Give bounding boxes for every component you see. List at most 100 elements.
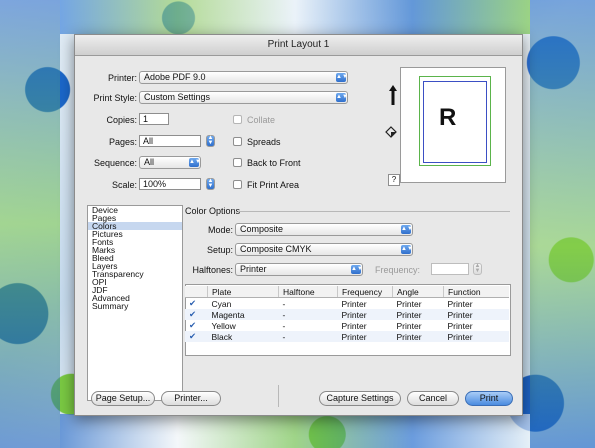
help-button[interactable]: ? [388,174,400,186]
sidebar-item-summary[interactable]: Summary [88,302,182,311]
collate-label: Collate [247,115,276,125]
spreads-checkbox[interactable] [233,137,242,146]
printer-label: Printer: [107,73,137,83]
copies-field[interactable]: 1 [139,113,169,125]
scale-field[interactable]: 100% [139,178,201,190]
scale-label: Scale: [111,180,137,190]
cancel-button[interactable]: Cancel [407,391,459,406]
mode-label: Mode: [207,225,233,235]
function-cell: Printer [447,320,473,331]
print-button[interactable]: Print [465,391,513,406]
page-setup-button[interactable]: Page Setup... [91,391,155,406]
function-cell: Printer [443,331,509,342]
print-style-select[interactable]: Custom Settings ▲▼ [139,91,348,104]
collate-checkbox[interactable] [233,115,242,124]
table-row[interactable]: ✔ Cyan - Printer Printer Printer [185,298,509,310]
check-column-header [185,286,208,298]
angle-cell: Printer [396,320,422,331]
table-row[interactable]: ✔ Magenta - Printer Printer Printer [185,309,509,320]
check-icon[interactable]: ✔ [185,320,208,331]
angle-cell: Printer [392,309,444,320]
window-title: Print Layout 1 [75,35,522,56]
printer-select[interactable]: Adobe PDF 9.0 ▲▼ [139,71,348,84]
table-row[interactable]: ✔ Black - Printer Printer Printer [185,331,509,342]
frequency-label: Frequency: [375,265,421,275]
printer-value: Adobe PDF 9.0 [144,72,206,82]
back-to-front-label: Back to Front [247,158,301,168]
frequency-stepper[interactable]: ▲ ▼ [473,263,482,275]
plate-cell: Yellow [211,320,236,331]
frequency-field[interactable] [431,263,469,275]
chevron-updown-icon: ▲▼ [401,225,413,234]
pages-dropdown-arrows[interactable]: ▲ ▼ [206,135,215,147]
halftones-value: Printer [240,264,267,274]
plate-cell: Magenta [207,309,279,320]
setup-label: Setup: [206,245,233,255]
check-icon[interactable]: ✔ [185,298,208,310]
paint-splatter [530,0,595,448]
halftone-cell: - [278,331,338,342]
paint-splatter [60,414,530,448]
sequence-label: Sequence: [93,158,137,168]
settings-category-list[interactable]: Device Pages Colors Pictures Fonts Marks Bleed… [87,205,183,401]
halftone-cell: - [278,309,338,320]
function-cell: Printer [443,309,509,320]
printer-button[interactable]: Printer... [161,391,221,406]
orientation-arrow-icon[interactable] [389,85,397,105]
fit-print-area-checkbox[interactable] [233,180,242,189]
column-header[interactable]: Angle [392,286,444,298]
sequence-select[interactable]: All ▲▼ [139,156,201,169]
copies-label: Copies: [106,115,137,125]
plate-cell: Cyan [211,298,232,309]
plate-cell: Black [207,331,279,342]
mode-value: Composite [240,224,284,234]
column-header[interactable]: Frequency [337,286,393,298]
sequence-value: All [144,157,155,167]
plates-table: Plate Halftone Frequency Angle Function … [185,286,509,342]
scale-dropdown-arrows[interactable]: ▲ ▼ [206,178,215,190]
frequency-cell: Printer [341,298,367,309]
print-style-label: Print Style: [93,93,137,103]
page-preview: R [400,67,506,183]
chevron-updown-icon: ▲▼ [401,245,413,254]
column-header[interactable]: Function [443,286,509,298]
chevron-updown-icon: ▲▼ [189,158,201,167]
angle-cell: Printer [392,331,444,342]
frequency-cell: Printer [341,320,367,331]
paper-feed-icon[interactable] [385,126,397,138]
column-header[interactable]: Plate [207,286,279,298]
setup-select[interactable]: Composite CMYK ▲▼ [235,243,413,256]
halftone-cell: - [282,320,286,331]
check-icon[interactable]: ✔ [185,309,208,320]
frequency-cell: Printer [337,309,393,320]
paint-splatter [60,0,530,34]
angle-cell: Printer [396,298,422,309]
color-options-title: Color Options [185,206,241,216]
chevron-updown-icon: ▲▼ [336,73,348,82]
chevron-updown-icon: ▲▼ [336,93,348,102]
function-cell: Printer [447,298,473,309]
fit-print-area-label: Fit Print Area [247,180,300,190]
print-style-value: Custom Settings [144,92,211,102]
mode-select[interactable]: Composite ▲▼ [235,223,413,236]
setup-value: Composite CMYK [240,244,312,254]
group-divider [238,211,510,212]
column-header[interactable]: Halftone [278,286,338,298]
print-dialog: Print Layout 1 Printer: Adobe PDF 9.0 ▲▼… [74,34,523,416]
spreads-label: Spreads [247,137,281,147]
halftones-select[interactable]: Printer ▲▼ [235,263,363,276]
preview-letter: R [439,104,457,131]
table-row[interactable]: ✔ Yellow - Printer Printer Printer [185,320,509,331]
pages-field[interactable]: All [139,135,201,147]
halftones-label: Halftones: [192,265,233,275]
check-icon[interactable]: ✔ [185,331,208,342]
footer-divider [278,385,279,407]
capture-settings-button[interactable]: Capture Settings [319,391,401,406]
halftone-cell: - [282,298,286,309]
paint-splatter [0,0,60,448]
frequency-cell: Printer [337,331,393,342]
pages-label: Pages: [108,137,137,147]
back-to-front-checkbox[interactable] [233,158,242,167]
chevron-updown-icon: ▲▼ [351,265,363,274]
table-header-row: Plate Halftone Frequency Angle Function [185,286,509,298]
